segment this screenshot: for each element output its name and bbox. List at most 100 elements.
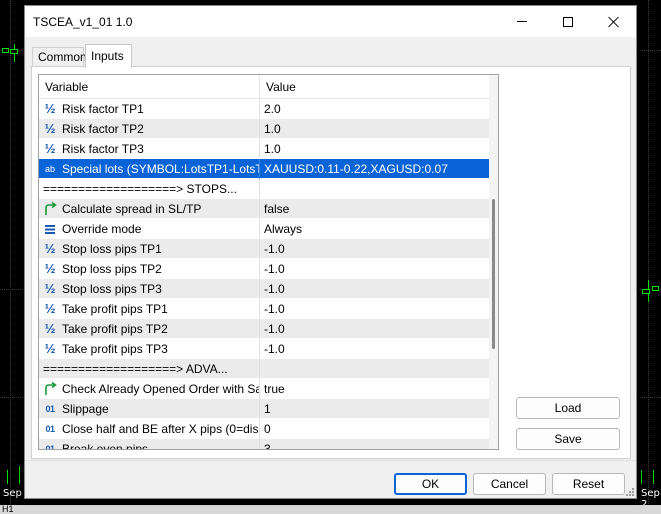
variable-cell[interactable]: ab Special lots (SYMBOL:LotsTP1-LotsTP2..… xyxy=(39,159,260,179)
table-row[interactable]: ab Special lots (SYMBOL:LotsTP1-LotsTP2..… xyxy=(39,159,489,179)
reset-button[interactable]: Reset xyxy=(552,473,625,495)
cancel-button[interactable]: Cancel xyxy=(473,473,546,495)
variable-cell[interactable]: ½ Risk factor TP2 xyxy=(39,119,260,139)
value-cell[interactable] xyxy=(260,359,482,379)
variable-name: Stop loss pips TP3 xyxy=(62,282,162,296)
variable-cell[interactable]: Override mode xyxy=(39,219,260,239)
table-row[interactable]: ½ Risk factor TP1 2.0 xyxy=(39,99,489,119)
column-header-variable[interactable]: Variable xyxy=(39,75,260,99)
table-row[interactable]: ½ Stop loss pips TP3 -1.0 xyxy=(39,279,489,299)
table-row[interactable]: Check Already Opened Order with Sa... tru… xyxy=(39,379,489,399)
grid-header: Variable Value xyxy=(39,75,489,99)
table-row[interactable]: Override mode Always xyxy=(39,219,489,239)
variable-cell[interactable]: 01 Slippage xyxy=(39,399,260,419)
value-cell[interactable]: -1.0 xyxy=(260,319,482,339)
candle xyxy=(642,289,650,294)
value-cell[interactable]: 2.0 xyxy=(260,99,482,119)
value-cell[interactable]: Always xyxy=(260,219,482,239)
integer-icon: 01 xyxy=(45,444,55,450)
variable-name: Override mode xyxy=(62,222,142,236)
resize-grip-icon[interactable] xyxy=(624,486,634,496)
chart-gridline xyxy=(648,0,649,514)
variable-name: ===================> STOPS... xyxy=(43,182,237,196)
table-row[interactable]: 01 Close half and BE after X pips (0=disa… xyxy=(39,419,489,439)
variable-cell[interactable]: ½ Stop loss pips TP3 xyxy=(39,279,260,299)
fraction-icon: ½ xyxy=(44,141,56,156)
table-row[interactable]: ½ Risk factor TP2 1.0 xyxy=(39,119,489,139)
variable-name: Risk factor TP3 xyxy=(62,142,144,156)
minimize-icon xyxy=(517,21,527,22)
parameters-grid: Variable Value ½ Risk factor TP1 2.0 ½ Risk … xyxy=(38,74,499,450)
ok-button[interactable]: OK xyxy=(394,473,467,495)
variable-cell[interactable]: ½ Stop loss pips TP1 xyxy=(39,239,260,259)
value-cell[interactable]: 1.0 xyxy=(260,139,482,159)
value-cell[interactable] xyxy=(260,179,482,199)
grid-scrollbar[interactable] xyxy=(489,75,498,449)
table-row[interactable]: ===================> ADVA... xyxy=(39,359,489,379)
table-row[interactable]: ½ Take profit pips TP3 -1.0 xyxy=(39,339,489,359)
value-cell[interactable]: -1.0 xyxy=(260,279,482,299)
variable-cell[interactable]: Calculate spread in SL/TP xyxy=(39,199,260,219)
variable-cell[interactable]: ½ Stop loss pips TP2 xyxy=(39,259,260,279)
variable-cell[interactable]: ===================> STOPS... xyxy=(39,179,260,199)
candle xyxy=(2,48,9,53)
minimize-button[interactable] xyxy=(499,6,545,37)
value-cell[interactable]: -1.0 xyxy=(260,259,482,279)
scrollbar-thumb[interactable] xyxy=(492,199,495,349)
value-cell[interactable]: 0 xyxy=(260,419,482,439)
candle-wick xyxy=(19,466,20,484)
value-cell[interactable]: 3 xyxy=(260,439,482,449)
title-bar[interactable]: TSCEA_v1_01 1.0 xyxy=(25,6,636,37)
table-row[interactable]: ½ Stop loss pips TP2 -1.0 xyxy=(39,259,489,279)
maximize-button[interactable] xyxy=(545,6,591,37)
table-row[interactable]: Calculate spread in SL/TP false xyxy=(39,199,489,219)
chart-tab-label[interactable]: H1 xyxy=(2,504,14,514)
value-cell[interactable]: false xyxy=(260,199,482,219)
bool-icon xyxy=(43,382,57,396)
variable-cell[interactable]: ½ Risk factor TP1 xyxy=(39,99,260,119)
chart-gridline xyxy=(10,0,11,514)
fraction-icon: ½ xyxy=(44,241,56,256)
table-row[interactable]: ½ Take profit pips TP2 -1.0 xyxy=(39,319,489,339)
save-button[interactable]: Save xyxy=(516,428,620,450)
variable-cell[interactable]: 01 Close half and BE after X pips (0=disa… xyxy=(39,419,260,439)
candle-wick xyxy=(7,470,8,484)
table-row[interactable]: ===================> STOPS... xyxy=(39,179,489,199)
value-cell[interactable]: -1.0 xyxy=(260,299,482,319)
tab-inputs[interactable]: Inputs xyxy=(85,44,132,68)
table-row[interactable]: 01 Slippage 1 xyxy=(39,399,489,419)
enum-icon xyxy=(43,222,57,236)
input-parameters-dialog: TSCEA_v1_01 1.0 Common Inputs Variable V… xyxy=(24,5,637,499)
table-row[interactable]: 01 Break even pips 3 xyxy=(39,439,489,450)
variable-cell[interactable]: ===================> ADVA... xyxy=(39,359,260,379)
variable-cell[interactable]: ½ Take profit pips TP1 xyxy=(39,299,260,319)
table-row[interactable]: ½ Take profit pips TP1 -1.0 xyxy=(39,299,489,319)
value-cell[interactable]: -1.0 xyxy=(260,239,482,259)
variable-cell[interactable]: 01 Break even pips xyxy=(39,439,260,450)
maximize-icon xyxy=(563,16,573,27)
variable-name: Take profit pips TP3 xyxy=(62,342,168,356)
load-button[interactable]: Load xyxy=(516,397,620,419)
candle xyxy=(10,49,18,54)
value-cell[interactable]: 1 xyxy=(260,399,482,419)
variable-cell[interactable]: ½ Risk factor TP3 xyxy=(39,139,260,159)
fraction-icon: ½ xyxy=(44,281,56,296)
value-cell[interactable]: 1.0 xyxy=(260,119,482,139)
tab-common[interactable]: Common xyxy=(32,47,87,67)
variable-cell[interactable]: ½ Take profit pips TP3 xyxy=(39,339,260,359)
value-cell[interactable]: true xyxy=(260,379,482,399)
value-cell[interactable]: XAUUSD:0.11-0.22,XAGUSD:0.07 xyxy=(260,159,482,179)
chart-tab-bar: H1 xyxy=(0,504,661,514)
bool-icon xyxy=(43,202,57,216)
variable-name: Check Already Opened Order with Sa... xyxy=(62,382,259,396)
variable-cell[interactable]: ½ Take profit pips TP2 xyxy=(39,319,260,339)
column-header-value[interactable]: Value xyxy=(260,75,482,99)
variable-name: Stop loss pips TP2 xyxy=(62,262,162,276)
variable-name: Calculate spread in SL/TP xyxy=(62,202,202,216)
integer-icon: 01 xyxy=(45,424,55,434)
value-cell[interactable]: -1.0 xyxy=(260,339,482,359)
table-row[interactable]: ½ Stop loss pips TP1 -1.0 xyxy=(39,239,489,259)
close-button[interactable] xyxy=(591,6,637,37)
variable-cell[interactable]: Check Already Opened Order with Sa... xyxy=(39,379,260,399)
table-row[interactable]: ½ Risk factor TP3 1.0 xyxy=(39,139,489,159)
